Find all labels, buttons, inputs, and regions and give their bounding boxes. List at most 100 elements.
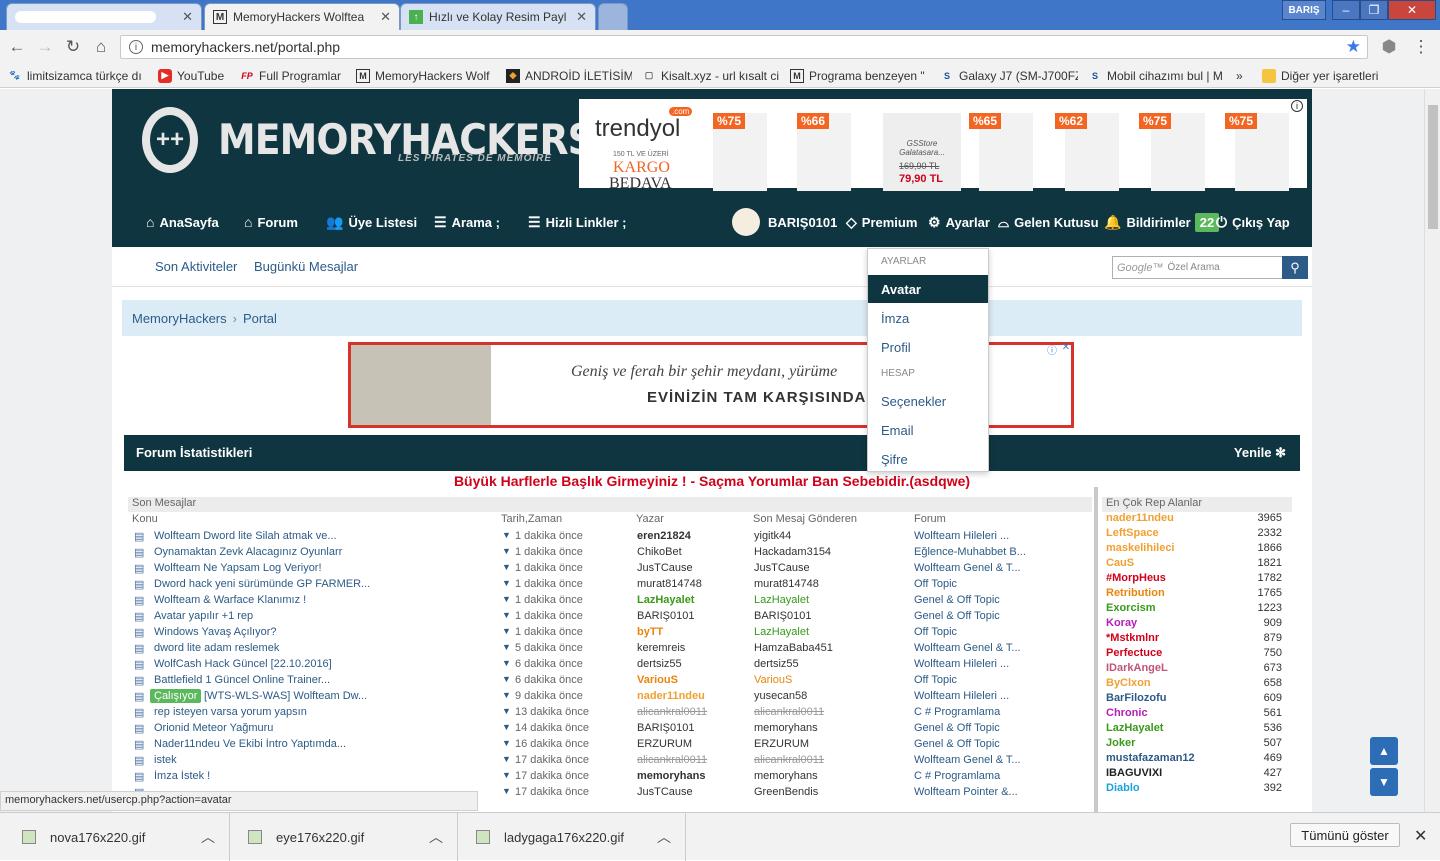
- author-link[interactable]: nader11ndeu: [637, 690, 747, 702]
- reputation-user-link[interactable]: IBAGUVIXI: [1106, 767, 1162, 779]
- reputation-user-link[interactable]: *Mstkmlnr: [1106, 632, 1159, 644]
- author-link[interactable]: dertsiz55: [637, 658, 747, 670]
- nav-forum[interactable]: ⌂ Forum: [244, 197, 298, 247]
- nav-search[interactable]: ☰ Arama ;: [434, 197, 500, 247]
- forum-link[interactable]: Off Topic: [914, 674, 1084, 686]
- reputation-user-link[interactable]: nader11ndeu: [1106, 512, 1174, 524]
- scroll-down-button[interactable]: ▼: [1370, 768, 1398, 796]
- topic-link[interactable]: Dword hack yeni sürümünde GP FARMER...: [154, 578, 484, 590]
- author-link[interactable]: VariouS: [637, 674, 747, 686]
- topic-link[interactable]: İmza İstek !: [154, 770, 484, 782]
- author-link[interactable]: byTT: [637, 626, 747, 638]
- topic-link[interactable]: [WTS-WLS-WAS] Wolfteam Dw...: [204, 690, 474, 702]
- download-item[interactable]: nova176x220.gif ︿: [0, 813, 230, 861]
- topic-link[interactable]: Avatar yapılır +1 rep: [154, 610, 484, 622]
- maximize-icon[interactable]: ❐: [1360, 0, 1388, 20]
- last-poster-link[interactable]: memoryhans: [754, 722, 904, 734]
- reputation-user-link[interactable]: Retribution: [1106, 587, 1165, 599]
- dropdown-item-signature[interactable]: İmza: [868, 304, 988, 332]
- chevron-up-icon[interactable]: ︿: [201, 827, 215, 847]
- last-poster-link[interactable]: alicankral0011: [754, 706, 904, 718]
- author-link[interactable]: JusTCause: [637, 786, 747, 798]
- last-poster-link[interactable]: Hackadam3154: [754, 546, 904, 558]
- last-poster-link[interactable]: JusTCause: [754, 562, 904, 574]
- last-poster-link[interactable]: yigitk44: [754, 530, 904, 542]
- bookmark-item[interactable]: ▶ YouTube: [158, 68, 230, 83]
- forum-link[interactable]: Wolfteam Hileleri ...: [914, 690, 1084, 702]
- dropdown-item-profile[interactable]: Profil: [868, 333, 988, 361]
- nav-premium[interactable]: ◇ Premium: [846, 197, 917, 247]
- topic-link[interactable]: Wolfteam Dword lite Silah atmak ve...: [154, 530, 484, 542]
- last-poster-link[interactable]: HamzaBaba451: [754, 642, 904, 654]
- bookmark-item[interactable]: M Programa benzeyen ": [790, 68, 930, 83]
- bookmark-item[interactable]: FP Full Programlar: [240, 69, 346, 83]
- bookmark-item[interactable]: S Galaxy J7 (SM-J700FZ: [940, 69, 1078, 83]
- close-tab-icon[interactable]: ✕: [576, 9, 587, 25]
- last-poster-link[interactable]: murat814748: [754, 578, 904, 590]
- forum-link[interactable]: Wolfteam Genel & T...: [914, 754, 1084, 766]
- scrollbar-thumb[interactable]: [1428, 105, 1438, 229]
- forum-link[interactable]: Wolfteam Pointer &...: [914, 786, 1084, 798]
- logo-gear-icon[interactable]: ++: [142, 107, 198, 173]
- bookmark-item[interactable]: ◆ ANDROİD İLETİSİM: [506, 68, 632, 83]
- reputation-user-link[interactable]: Diablo: [1106, 782, 1140, 794]
- close-ad-icon[interactable]: ✕: [1059, 342, 1073, 356]
- last-poster-link[interactable]: GreenBendis: [754, 786, 904, 798]
- topic-link[interactable]: Oynamaktan Zevk Alacagınız Oyunlarr: [154, 546, 484, 558]
- last-poster-link[interactable]: alicankral0011: [754, 754, 904, 766]
- topic-link[interactable]: Windows Yavaş Açılıyor?: [154, 626, 484, 638]
- topic-link[interactable]: Nader11ndeu Ve Ekibi İntro Yaptımda...: [154, 738, 484, 750]
- download-item[interactable]: ladygaga176x220.gif ︿: [458, 813, 686, 861]
- topic-link[interactable]: Orionid Meteor Yağmuru: [154, 722, 484, 734]
- last-poster-link[interactable]: VariouS: [754, 674, 904, 686]
- reputation-user-link[interactable]: BarFilozofu: [1106, 692, 1167, 704]
- forum-link[interactable]: Off Topic: [914, 578, 1084, 590]
- nav-user[interactable]: BARIŞ0101: [732, 197, 837, 247]
- author-link[interactable]: ChikoBet: [637, 546, 747, 558]
- nav-settings[interactable]: ⚙ Ayarlar: [928, 197, 990, 247]
- chevron-up-icon[interactable]: ︿: [657, 827, 671, 847]
- chevron-up-icon[interactable]: ︿: [429, 827, 443, 847]
- search-input[interactable]: Google™ Özel Arama: [1112, 256, 1308, 279]
- home-icon[interactable]: ⌂: [90, 36, 112, 58]
- forum-link[interactable]: Off Topic: [914, 626, 1084, 638]
- close-downloads-icon[interactable]: ✕: [1414, 826, 1427, 846]
- bookmark-item[interactable]: ▢ Kisalt.xyz - url kısalt ci: [642, 69, 780, 83]
- posts-scrollbar[interactable]: [1094, 487, 1098, 812]
- close-tab-icon[interactable]: ✕: [380, 9, 391, 25]
- forum-link[interactable]: Wolfteam Genel & T...: [914, 642, 1084, 654]
- author-link[interactable]: eren21824: [637, 530, 747, 542]
- last-poster-link[interactable]: BARIŞ0101: [754, 610, 904, 622]
- topic-link[interactable]: Wolfteam & Warface Klanımız !: [154, 594, 484, 606]
- forum-link[interactable]: Eğlence-Muhabbet B...: [914, 546, 1084, 558]
- new-tab-button[interactable]: [598, 3, 628, 30]
- bookmark-item[interactable]: S Mobil cihazımı bul | M: [1088, 69, 1222, 83]
- reputation-user-link[interactable]: Koray: [1106, 617, 1137, 629]
- last-poster-link[interactable]: dertsiz55: [754, 658, 904, 670]
- nav-notifications[interactable]: 🔔 Bildirimler 22: [1104, 197, 1220, 247]
- dropdown-item-password[interactable]: Şifre: [868, 445, 988, 473]
- forum-link[interactable]: Genel & Off Topic: [914, 738, 1084, 750]
- author-link[interactable]: keremreis: [637, 642, 747, 654]
- show-all-downloads-button[interactable]: Tümünü göster: [1290, 823, 1400, 847]
- last-poster-link[interactable]: memoryhans: [754, 770, 904, 782]
- forum-link[interactable]: Genel & Off Topic: [914, 610, 1084, 622]
- dropdown-item-avatar[interactable]: Avatar: [868, 275, 988, 303]
- reputation-user-link[interactable]: maskelihileci: [1106, 542, 1175, 554]
- author-link[interactable]: BARIŞ0101: [637, 722, 747, 734]
- tab-resim[interactable]: ↑ Hızlı ve Kolay Resim Payl ✕: [400, 3, 596, 30]
- tab-memoryhackers[interactable]: M MemoryHackers Wolftea ✕: [204, 3, 400, 30]
- dropdown-item-options[interactable]: Seçenekler: [868, 387, 988, 415]
- extension-icon[interactable]: ⬢: [1378, 36, 1400, 58]
- last-poster-link[interactable]: ERZURUM: [754, 738, 904, 750]
- reputation-user-link[interactable]: LazHayalet: [1106, 722, 1163, 734]
- forum-link[interactable]: Genel & Off Topic: [914, 722, 1084, 734]
- author-link[interactable]: LazHayalet: [637, 594, 747, 606]
- author-link[interactable]: murat814748: [637, 578, 747, 590]
- author-link[interactable]: alicankral0011: [637, 754, 747, 766]
- today-posts-link[interactable]: Bugünkü Mesajlar: [254, 259, 358, 274]
- author-link[interactable]: BARIŞ0101: [637, 610, 747, 622]
- search-icon[interactable]: ⚲: [1282, 256, 1308, 279]
- reload-icon[interactable]: ↻: [62, 36, 84, 58]
- forum-link[interactable]: Wolfteam Genel & T...: [914, 562, 1084, 574]
